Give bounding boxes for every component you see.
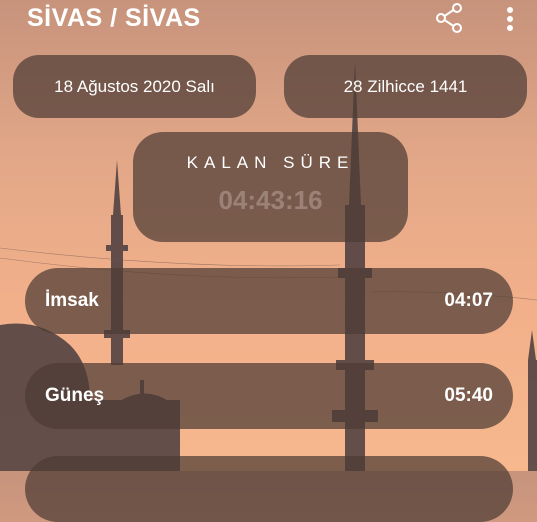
more-vertical-icon[interactable] — [498, 4, 522, 34]
city-title: SİVAS / SİVAS — [27, 4, 201, 32]
prayer-row-next[interactable] — [25, 456, 513, 522]
remaining-time-label: KALAN SÜRE — [186, 152, 355, 172]
remaining-time-value: 04:43:16 — [218, 184, 323, 215]
prayer-name: Güneş — [45, 385, 105, 406]
prayer-row-gunes[interactable]: Güneş 05:40 — [25, 363, 513, 429]
prayer-time: 05:40 — [444, 385, 493, 406]
prayer-name: İmsak — [45, 290, 99, 311]
remaining-time-card: KALAN SÜRE 04:43:16 — [133, 132, 408, 242]
hijri-date-text: 28 Zilhicce 1441 — [343, 76, 468, 96]
gregorian-date-text: 18 Ağustos 2020 Salı — [54, 76, 215, 96]
gregorian-date: 18 Ağustos 2020 Salı — [13, 55, 256, 118]
share-icon[interactable] — [432, 2, 466, 34]
hijri-date: 28 Zilhicce 1441 — [284, 55, 527, 118]
prayer-time: 04:07 — [444, 290, 493, 311]
prayer-row-imsak[interactable]: İmsak 04:07 — [25, 268, 513, 334]
